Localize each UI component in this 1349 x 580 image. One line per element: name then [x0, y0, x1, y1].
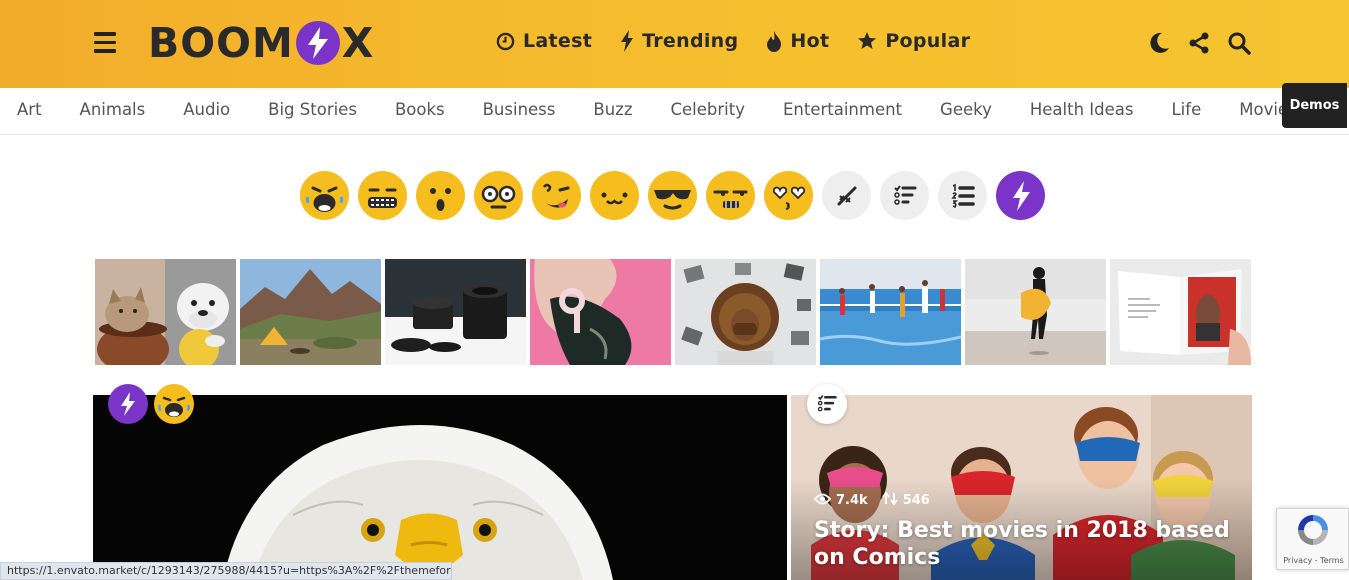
- logo-text-right: X: [341, 18, 375, 67]
- geeky-face-icon[interactable]: [474, 171, 523, 220]
- views-stat: 7.4k: [813, 492, 868, 509]
- category-entertainment[interactable]: Entertainment: [783, 100, 902, 119]
- nav-trending-label: Trending: [642, 30, 739, 52]
- reaction-filter-row: [300, 171, 1045, 220]
- up-down-arrows-icon: [881, 491, 898, 509]
- header-tools: [1147, 30, 1251, 56]
- featured-main-card[interactable]: [93, 395, 787, 580]
- menu-hamburger-icon[interactable]: [94, 32, 116, 53]
- moon-icon[interactable]: [1147, 30, 1171, 56]
- site-header: BOOM X Latest Trending Hot Popular: [0, 0, 1349, 88]
- votes-stat: 546: [881, 491, 930, 509]
- recaptcha-badge[interactable]: Privacy - Terms: [1276, 508, 1349, 570]
- terms-link[interactable]: Terms: [1320, 556, 1344, 565]
- star-icon: [857, 31, 877, 51]
- share-icon[interactable]: [1187, 30, 1211, 56]
- nav-popular-label: Popular: [885, 30, 971, 52]
- thumb-tent-in-mountains[interactable]: [240, 259, 381, 365]
- lol-face-icon[interactable]: [300, 171, 349, 220]
- category-life[interactable]: Life: [1171, 100, 1201, 119]
- ranked-list-icon[interactable]: [938, 171, 987, 220]
- poll-icon[interactable]: [807, 384, 847, 424]
- cute-face-icon[interactable]: [590, 171, 639, 220]
- nav-hot-label: Hot: [790, 30, 830, 52]
- category-list: Art Animals Audio Big Stories Books Busi…: [17, 100, 1288, 119]
- category-health-ideas[interactable]: Health Ideas: [1030, 100, 1134, 119]
- category-celebrity[interactable]: Celebrity: [670, 100, 744, 119]
- category-books[interactable]: Books: [395, 100, 445, 119]
- thumb-pink-hair-headphones[interactable]: [530, 259, 671, 365]
- category-buzz[interactable]: Buzz: [593, 100, 632, 119]
- lol-face-icon[interactable]: [154, 384, 194, 424]
- post-stats: 7.4k 546: [813, 491, 930, 509]
- logo-bolt-icon: [295, 21, 340, 65]
- search-icon[interactable]: [1227, 30, 1251, 56]
- category-bar: Art Animals Audio Big Stories Books Busi…: [0, 88, 1349, 135]
- omg-face-icon[interactable]: [358, 171, 407, 220]
- poll-icon[interactable]: [822, 171, 871, 220]
- nav-latest[interactable]: Latest: [496, 30, 592, 52]
- eagle-image: [93, 395, 787, 580]
- votes-count: 546: [902, 493, 930, 508]
- nav-latest-label: Latest: [523, 30, 593, 52]
- trending-bolt-icon[interactable]: [108, 384, 148, 424]
- thumb-cat-and-bulldog[interactable]: [95, 259, 236, 365]
- link-separator: -: [1314, 556, 1318, 565]
- category-thumbnails: [95, 259, 1251, 365]
- privacy-link[interactable]: Privacy: [1283, 556, 1312, 565]
- bolt-icon: [620, 30, 634, 52]
- thumb-athletes-running-water[interactable]: [820, 259, 961, 365]
- nav-trending[interactable]: Trending: [620, 30, 738, 52]
- list-icon[interactable]: [880, 171, 929, 220]
- trending-bolt-icon[interactable]: [996, 171, 1045, 220]
- logo-text-left: BOOM: [148, 18, 294, 67]
- eye-icon: [813, 493, 832, 509]
- views-count: 7.4k: [836, 493, 868, 508]
- fail-face-icon[interactable]: [706, 171, 755, 220]
- clock-icon: [496, 32, 515, 51]
- site-logo[interactable]: BOOM X: [148, 17, 374, 69]
- thumb-camera-lenses[interactable]: [385, 259, 526, 365]
- nav-popular[interactable]: Popular: [857, 30, 970, 52]
- love-face-icon[interactable]: [764, 171, 813, 220]
- browser-status-url: https://1.envato.market/c/1293143/275988…: [0, 562, 452, 580]
- thumb-surfer-on-beach[interactable]: [965, 259, 1106, 365]
- nav-hot[interactable]: Hot: [766, 30, 829, 52]
- thumb-open-magazine[interactable]: [1110, 259, 1251, 365]
- cool-face-icon[interactable]: [648, 171, 697, 220]
- category-business[interactable]: Business: [483, 100, 556, 119]
- thumb-woman-with-photos[interactable]: [675, 259, 816, 365]
- category-audio[interactable]: Audio: [183, 100, 230, 119]
- wtf-face-icon[interactable]: [532, 171, 581, 220]
- flame-icon: [766, 30, 782, 52]
- wow-face-icon[interactable]: [416, 171, 465, 220]
- category-big-stories[interactable]: Big Stories: [268, 100, 357, 119]
- recaptcha-links: Privacy - Terms: [1277, 556, 1349, 565]
- main-nav: Latest Trending Hot Popular: [496, 30, 970, 52]
- recaptcha-logo-icon: [1298, 515, 1328, 545]
- category-movie[interactable]: Movie: [1239, 100, 1288, 119]
- demos-button[interactable]: Demos: [1282, 83, 1347, 128]
- category-geeky[interactable]: Geeky: [940, 100, 992, 119]
- featured-side-title[interactable]: Story: Best movies in 2018 based on Comi…: [814, 517, 1244, 571]
- category-art[interactable]: Art: [17, 100, 42, 119]
- category-animals[interactable]: Animals: [80, 100, 146, 119]
